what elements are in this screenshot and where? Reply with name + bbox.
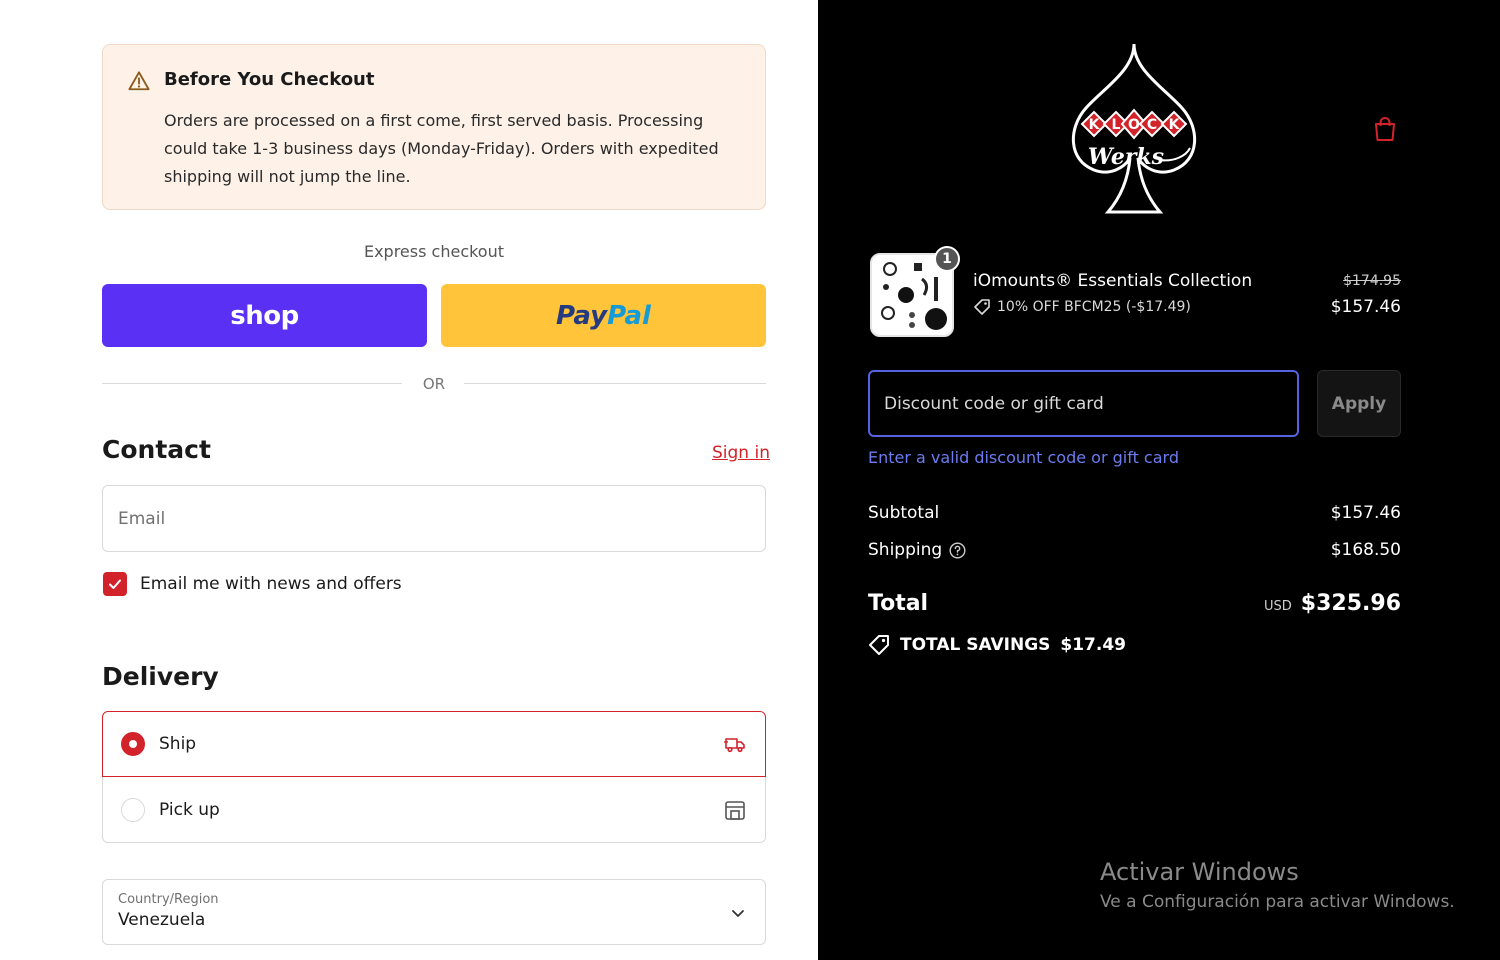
price-original: $174.95 (1343, 273, 1401, 289)
divider-line-right (464, 383, 766, 384)
shopping-bag-icon[interactable] (1370, 114, 1400, 144)
watermark-subtitle: Ve a Configuración para activar Windows. (1100, 892, 1455, 912)
country-select[interactable]: Country/Region Venezuela (102, 879, 766, 945)
windows-activation-watermark: Activar Windows Ve a Configuración para … (1100, 858, 1455, 912)
watermark-title: Activar Windows (1100, 858, 1299, 886)
discount-code-input[interactable] (868, 370, 1299, 437)
product-discount-text: 10% OFF BFCM25 (-$17.49) (997, 299, 1191, 315)
subtotal-row: Subtotal $157.46 (868, 503, 1401, 523)
savings-value: $17.49 (1060, 635, 1126, 655)
shop-pay-button[interactable]: shop (102, 284, 427, 347)
notice-title: Before You Checkout (164, 69, 375, 90)
savings-tag-icon (869, 635, 889, 655)
chevron-down-icon (732, 910, 744, 917)
tag-icon (974, 299, 990, 315)
discount-error-message: Enter a valid discount code or gift card (868, 448, 1179, 467)
order-summary-panel: KLOCK Werks 1 iOmounts® Essentials Colle… (818, 0, 1500, 960)
paypal-label-part2: Pal (607, 300, 651, 331)
news-checkbox[interactable] (103, 572, 127, 596)
paypal-label-part1: Pay (556, 300, 608, 331)
news-opt-in[interactable]: Email me with news and offers (103, 572, 402, 596)
express-checkout-label: Express checkout (363, 242, 505, 261)
svg-text:C: C (1147, 117, 1157, 133)
svg-text:Werks: Werks (1088, 144, 1164, 170)
ship-radio[interactable] (121, 732, 145, 756)
quantity-badge: 1 (934, 246, 960, 272)
truck-icon (724, 738, 745, 753)
currency-code: USD (1264, 599, 1292, 614)
news-checkbox-label: Email me with news and offers (140, 574, 402, 594)
product-name: iOmounts® Essentials Collection (973, 271, 1253, 291)
paypal-button[interactable]: Pay Pal (441, 284, 766, 347)
ship-label: Ship (159, 734, 197, 754)
total-amount: USD $325.96 (1264, 591, 1401, 616)
help-icon[interactable] (949, 541, 966, 559)
email-input[interactable] (102, 485, 766, 552)
shop-pay-label: shop (230, 300, 299, 331)
klock-werks-logo: KLOCK Werks (1072, 43, 1196, 214)
apply-discount-button[interactable]: Apply (1317, 370, 1401, 437)
total-row: Total USD $325.96 (868, 591, 1401, 616)
total-savings: TOTAL SAVINGS $17.49 (868, 634, 1126, 656)
delivery-option-pickup[interactable]: Pick up (102, 777, 766, 843)
savings-label: TOTAL SAVINGS (900, 635, 1051, 655)
product-discount: 10% OFF BFCM25 (-$17.49) (973, 298, 1191, 316)
shipping-label: Shipping (868, 540, 943, 560)
svg-text:O: O (1128, 117, 1140, 133)
subtotal-value: $157.46 (1330, 503, 1401, 523)
subtotal-label: Subtotal (868, 503, 940, 523)
country-label: Country/Region (118, 892, 219, 907)
pickup-radio[interactable] (121, 797, 145, 822)
country-value: Venezuela (118, 910, 206, 930)
svg-text:L: L (1112, 117, 1121, 133)
checkout-form-panel: Before You Checkout Orders are processed… (0, 0, 818, 960)
contact-heading: Contact (102, 435, 211, 464)
or-label: OR (422, 375, 446, 393)
or-divider: OR (102, 373, 766, 395)
delivery-option-ship[interactable]: Ship (102, 711, 766, 777)
warning-icon (128, 71, 150, 91)
store-icon (725, 800, 745, 820)
sign-in-link[interactable]: Sign in (712, 443, 770, 463)
shipping-value: $168.50 (1330, 540, 1401, 560)
price-final: $157.46 (1330, 297, 1401, 317)
delivery-heading: Delivery (102, 662, 219, 691)
shipping-row: Shipping $168.50 (868, 540, 1401, 560)
checkout-notice: Before You Checkout Orders are processed… (102, 44, 766, 210)
svg-text:K: K (1089, 117, 1101, 133)
total-value: $325.96 (1300, 591, 1401, 616)
shipping-label-group: Shipping (868, 540, 966, 560)
pickup-label: Pick up (159, 799, 220, 820)
total-label: Total (868, 591, 929, 616)
checkmark-icon (109, 579, 121, 589)
svg-text:K: K (1169, 117, 1181, 133)
notice-body: Orders are processed on a first come, fi… (164, 111, 719, 186)
